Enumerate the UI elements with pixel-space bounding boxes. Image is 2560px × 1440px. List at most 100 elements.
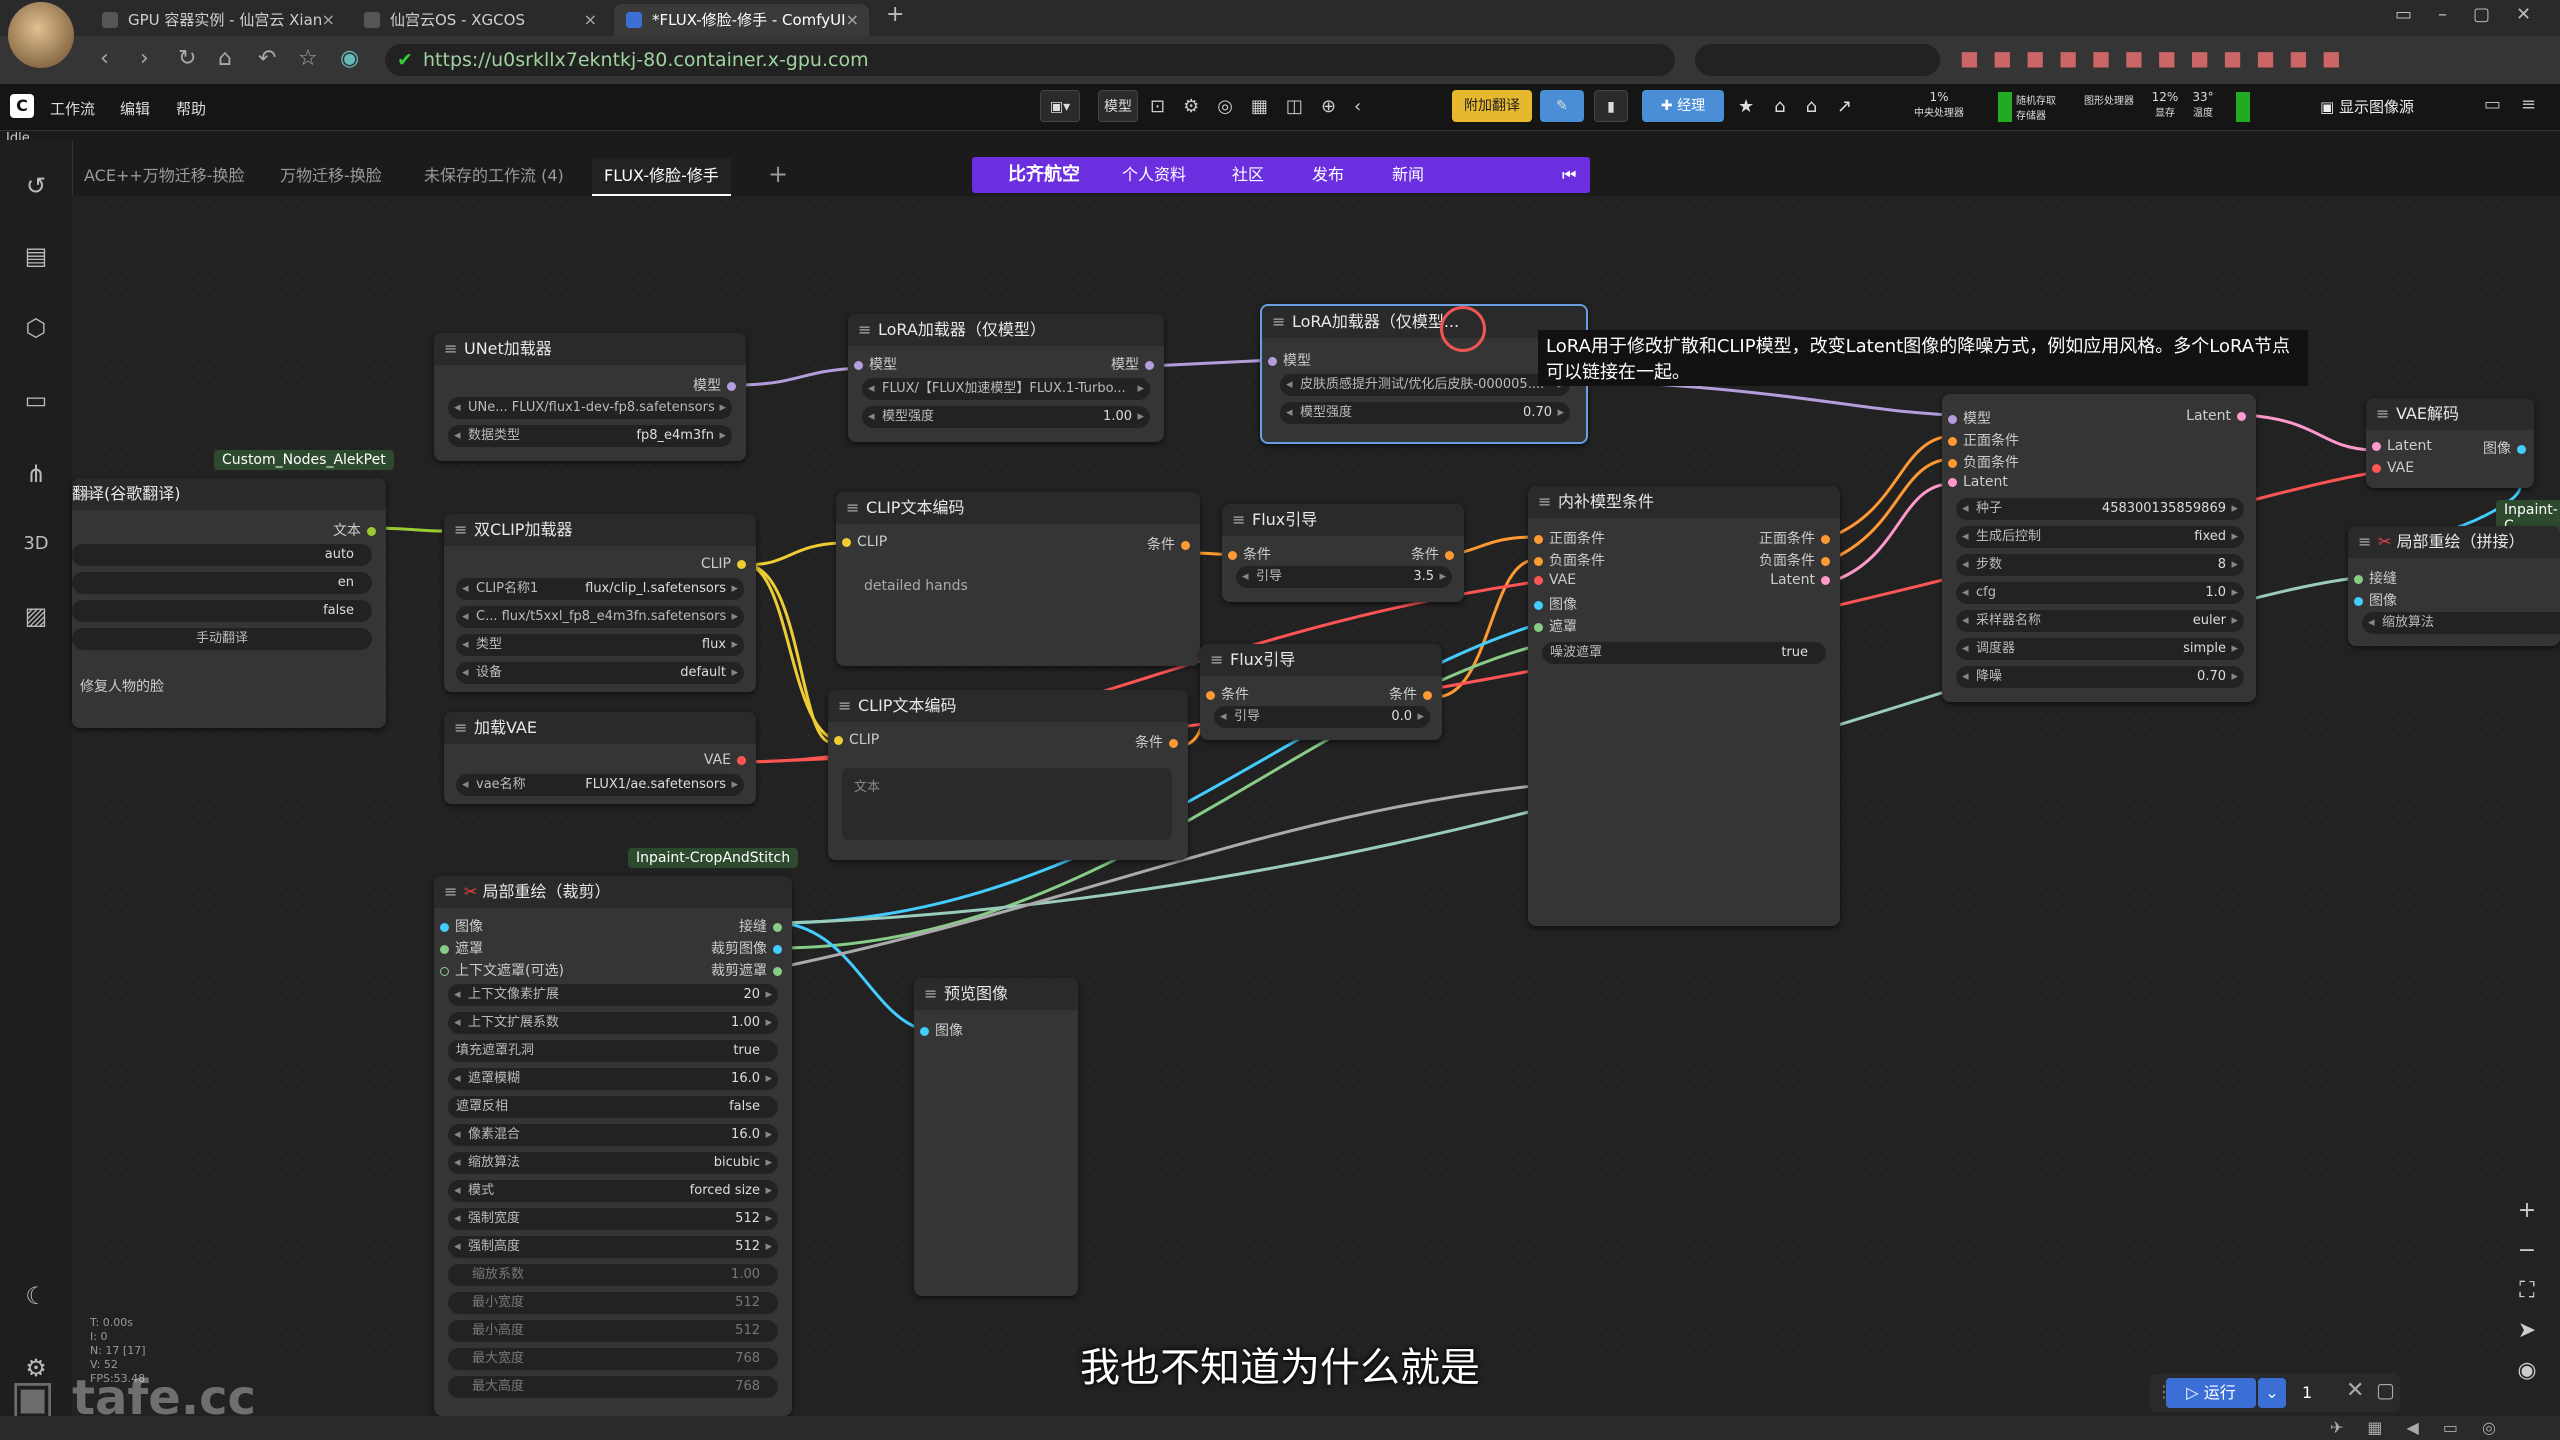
output-slot[interactable]: 裁剪图像 [711,938,788,958]
output-slot[interactable]: 条件 [1135,732,1184,752]
guidance-widget[interactable]: 引导 3.5 [1236,566,1452,588]
input-slot[interactable]: 模型 [1942,408,1991,428]
control-after-widget[interactable]: 生成后控制 fixed [1956,526,2244,548]
crop-widget[interactable]: 像素混合 16.0 [448,1124,778,1146]
from-lang-widget[interactable]: auto [72,544,372,566]
input-slot[interactable]: 条件 [1200,684,1249,704]
input-slot[interactable]: VAE [2366,460,2414,476]
output-slot[interactable]: 接缝 [739,916,788,936]
run-button[interactable]: ▷ 运行 [2166,1378,2256,1408]
output-slot[interactable]: 条件 [1389,684,1438,704]
manual-translate-button[interactable]: 手动翻译 [72,628,372,650]
input-slot[interactable]: 条件 [1222,544,1271,564]
strength-widget[interactable]: 模型强度 0.70 [1280,402,1570,424]
node-vae-decode[interactable]: VAE解码 Latent VAE 图像 [2366,398,2534,488]
input-slot[interactable]: 正面条件 [1528,528,1605,548]
input-slot[interactable]: 遮罩 [434,938,483,958]
output-slot[interactable]: 条件 [1411,544,1460,564]
cfg-widget[interactable]: cfg 1.0 [1956,582,2244,604]
rescale-widget[interactable]: 缩放算法 [2362,612,2560,634]
status-icons[interactable]: ✈▦◀▭◎ [2330,1418,2520,1437]
guidance-widget[interactable]: 引导 0.0 [1214,706,1430,728]
node-lora-loader-1[interactable]: LoRA加载器（仅模型） 模型 模型 FLUX/【FLUX加速模型】FLUX.1… [848,314,1164,442]
select-mode-icon[interactable]: ➤ [2510,1314,2544,1348]
crop-widget[interactable]: 填充遮罩孔洞 true [448,1040,778,1062]
crop-widget[interactable]: 强制宽度 512 [448,1208,778,1230]
node-google-translate[interactable]: 翻译(谷歌翻译) 文本 auto en false 手动翻译 修复人物的脸 [72,478,386,728]
node-clip-text-encode-1[interactable]: CLIP文本编码 CLIP 条件 detailed hands [836,492,1200,666]
output-slot[interactable]: 模型 [693,375,742,395]
input-slot[interactable]: 图像 [914,1020,963,1040]
input-slot[interactable]: 模型 [1262,350,1311,370]
device-widget[interactable]: 设备 default [456,662,744,684]
strength-widget[interactable]: 模型强度 1.00 [862,406,1150,428]
output-slot[interactable]: Latent [1770,572,1836,588]
type-widget[interactable]: 类型 flux [456,634,744,656]
node-load-vae[interactable]: 加载VAE VAE vae名称 FLUX1/ae.safetensors [444,712,756,804]
clip1-widget[interactable]: CLIP名称1 flux/clip_l.safetensors [456,578,744,600]
scheduler-widget[interactable]: 调度器 simple [1956,638,2244,660]
lora-name-widget[interactable]: 皮肤质感提升测试/优化后皮肤-000005.... [1280,374,1570,396]
prompt-text[interactable]: detailed hands [864,578,968,594]
seed-widget[interactable]: 种子 458300135859869 [1956,498,2244,520]
vae-name-widget[interactable]: vae名称 FLUX1/ae.safetensors [456,774,744,796]
input-slot[interactable]: Latent [1942,474,2008,490]
zoom-in-icon[interactable]: + [2510,1194,2544,1228]
visibility-icon[interactable]: ◉ [2510,1354,2544,1388]
input-slot[interactable]: CLIP [828,732,879,748]
crop-widget[interactable]: 模式 forced size [448,1180,778,1202]
output-slot[interactable]: 条件 [1147,534,1196,554]
cancel-icon[interactable]: ✕ [2346,1378,2364,1403]
sampler-widget[interactable]: 采样器名称 euler [1956,610,2244,632]
lora-name-widget[interactable]: FLUX/【FLUX加速模型】FLUX.1-Turbo... [862,378,1150,400]
steps-widget[interactable]: 步数 8 [1956,554,2244,576]
crop-widget[interactable]: 遮罩模糊 16.0 [448,1068,778,1090]
crop-widget[interactable]: 强制高度 512 [448,1236,778,1258]
output-slot[interactable]: VAE [704,752,752,768]
output-slot[interactable]: 裁剪遮罩 [711,960,788,980]
denoise-widget[interactable]: 降噪 0.70 [1956,666,2244,688]
input-slot[interactable]: CLIP [836,534,887,550]
input-slot[interactable]: 上下文遮罩(可选) [434,960,564,980]
manual-widget[interactable]: false [72,600,372,622]
node-flux-guidance-1[interactable]: Flux引导 条件 条件 引导 3.5 [1222,504,1464,602]
output-slot[interactable]: CLIP [701,556,752,572]
crop-widget[interactable]: 缩放算法 bicubic [448,1152,778,1174]
node-unet-loader[interactable]: UNet加载器 模型 UNe... FLUX/flux1-dev-fp8.saf… [434,333,746,461]
output-slot[interactable]: 图像 [2483,438,2532,458]
input-slot[interactable]: 负面条件 [1528,550,1605,570]
output-slot[interactable]: Latent [2186,408,2252,424]
node-flux-guidance-2[interactable]: Flux引导 条件 条件 引导 0.0 [1200,644,1442,740]
input-slot[interactable]: 图像 [2348,590,2397,610]
output-slot[interactable]: 文本 [333,520,382,540]
zoom-out-icon[interactable]: − [2510,1234,2544,1268]
run-dropdown-icon[interactable]: ⌄ [2258,1378,2286,1408]
to-lang-widget[interactable]: en [72,572,372,594]
node-inpaint-model-conditioning[interactable]: 内补模型条件 正面条件 负面条件 VAE 图像 遮罩 正面条件 负面条件 Lat… [1528,486,1840,926]
input-slot[interactable]: 接缝 [2348,568,2397,588]
stop-icon[interactable]: ▢ [2376,1378,2395,1402]
clip2-widget[interactable]: C... flux/t5xxl_fp8_e4m3fn.safetensors [456,606,744,628]
crop-widget[interactable]: 上下文扩展系数 1.00 [448,1012,778,1034]
noise-mask-widget[interactable]: 噪波遮罩 true [1542,642,1826,664]
node-inpaint-stitch[interactable]: ✂ 局部重绘（拼接） 接缝 图像 缩放算法 [2348,526,2560,646]
input-slot[interactable]: VAE [1528,572,1576,588]
output-slot[interactable]: 模型 [1111,354,1160,374]
input-slot[interactable]: 图像 [434,916,483,936]
node-ksampler[interactable]: 模型 正面条件 负面条件 Latent Latent 种子 45830013585… [1942,394,2256,702]
batch-count-input[interactable]: 1 [2296,1380,2342,1406]
input-slot[interactable]: 模型 [848,354,897,374]
dtype-widget[interactable]: 数据类型 fp8_e4m3fn [448,425,732,447]
unet-name-widget[interactable]: UNe... FLUX/flux1-dev-fp8.safetensors [448,397,732,419]
input-slot[interactable]: Latent [2366,438,2432,454]
profile-avatar[interactable] [8,2,74,68]
node-dual-clip-loader[interactable]: 双CLIP加载器 CLIP CLIP名称1 flux/clip_l.safeten… [444,514,756,692]
output-slot[interactable]: 正面条件 [1759,528,1836,548]
node-clip-text-encode-2[interactable]: CLIP文本编码 CLIP 条件 文本 [828,690,1188,860]
crop-widget[interactable]: 遮罩反相 false [448,1096,778,1118]
fit-view-icon[interactable]: ⛶ [2510,1274,2544,1308]
node-preview-image[interactable]: 预览图像 图像 [914,978,1078,1296]
prompt-textarea[interactable]: 文本 [842,768,1172,840]
crop-widget[interactable]: 上下文像素扩展 20 [448,984,778,1006]
input-slot[interactable]: 图像 [1528,594,1577,614]
